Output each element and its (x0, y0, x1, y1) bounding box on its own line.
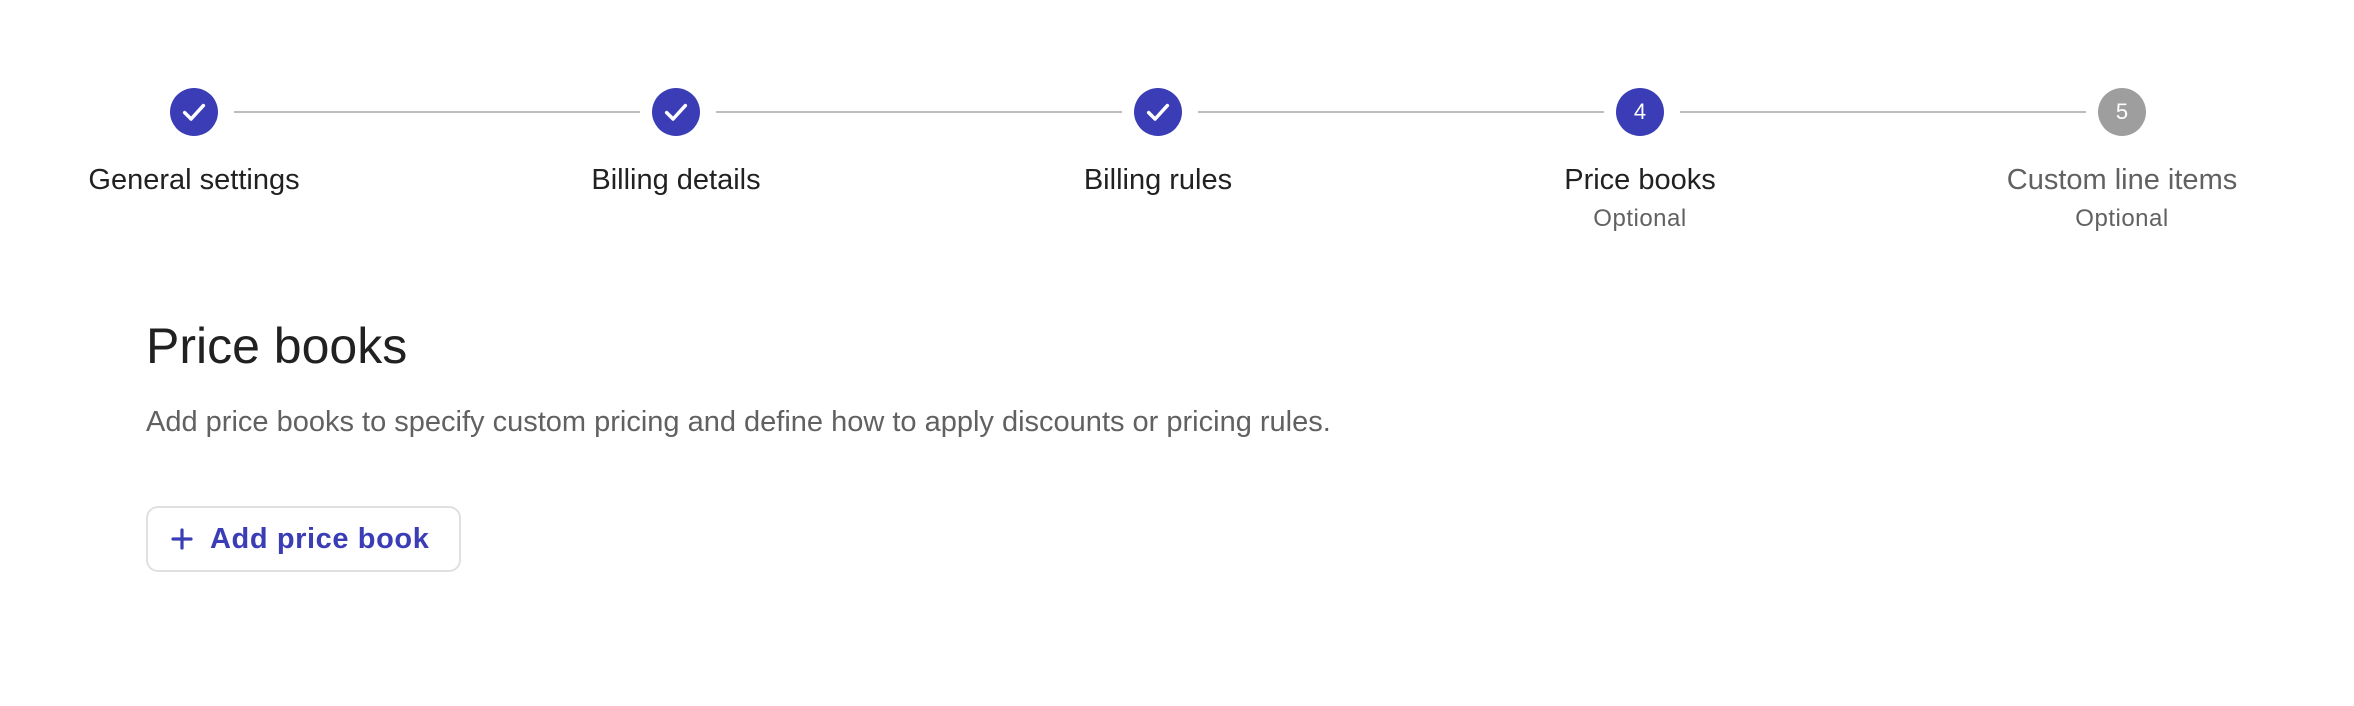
step-circle (652, 88, 700, 136)
step-price-books[interactable]: 4 Price books Optional (1440, 88, 1840, 234)
step-billing-rules[interactable]: Billing rules (958, 88, 1358, 198)
step-custom-line-items[interactable]: 5 Custom line items Optional (1922, 88, 2322, 234)
step-circle: 4 (1616, 88, 1664, 136)
add-price-book-label: Add price book (210, 522, 430, 555)
page-description: Add price books to specify custom pricin… (146, 406, 1331, 438)
step-circle (1134, 88, 1182, 136)
page-title: Price books (146, 318, 408, 374)
step-label: Custom line items (2006, 164, 2238, 196)
price-books-section: Price books Add price books to specify c… (146, 316, 1331, 572)
step-number: 4 (1633, 99, 1647, 124)
add-price-book-button[interactable]: Add price book (146, 506, 462, 572)
checkmark-icon (182, 103, 206, 121)
checkmark-icon (1146, 103, 1170, 121)
plus-icon (170, 527, 194, 551)
step-optional-label: Optional (1593, 205, 1687, 232)
step-general-settings[interactable]: General settings (0, 88, 394, 198)
step-circle (170, 88, 218, 136)
stepper: General settings Billing details Billing… (0, 0, 2354, 260)
step-optional-label: Optional (2075, 205, 2169, 232)
step-billing-details[interactable]: Billing details (476, 88, 876, 198)
step-circle: 5 (2098, 88, 2146, 136)
step-label: General settings (88, 164, 300, 196)
checkmark-icon (664, 103, 688, 121)
step-label: Price books (1564, 164, 1716, 196)
step-label: Billing details (591, 164, 761, 196)
step-number: 5 (2115, 99, 2129, 124)
step-label: Billing rules (1083, 164, 1233, 196)
